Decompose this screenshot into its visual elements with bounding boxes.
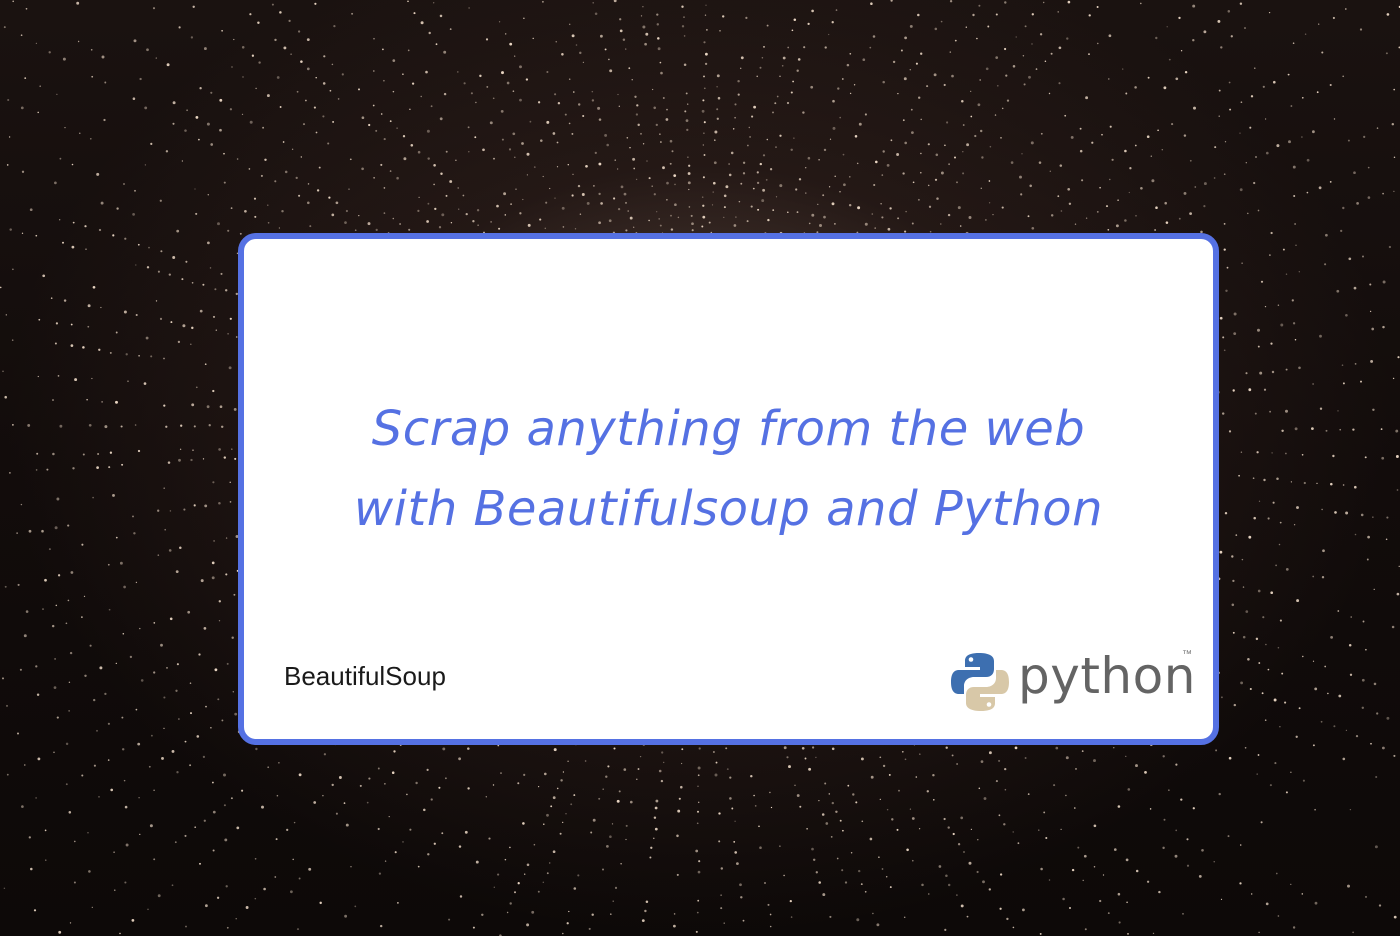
headline-line-1: Scrap anything from the web (371, 401, 1086, 457)
headline: Scrap anything from the web with Beautif… (244, 389, 1213, 549)
python-trademark: ™ (1182, 649, 1192, 660)
python-logo: python ™ (950, 647, 1196, 719)
python-snakes-icon (951, 653, 1009, 711)
beautifulsoup-logo: BeautifulSoup (284, 647, 484, 711)
beautifulsoup-logo-text: BeautifulSoup (284, 661, 446, 691)
python-logo-text: python (1018, 647, 1196, 705)
headline-line-2: with Beautifulsoup and Python (353, 481, 1104, 537)
banner: Scrap anything from the web with Beautif… (0, 0, 1400, 936)
title-card: Scrap anything from the web with Beautif… (238, 233, 1219, 745)
